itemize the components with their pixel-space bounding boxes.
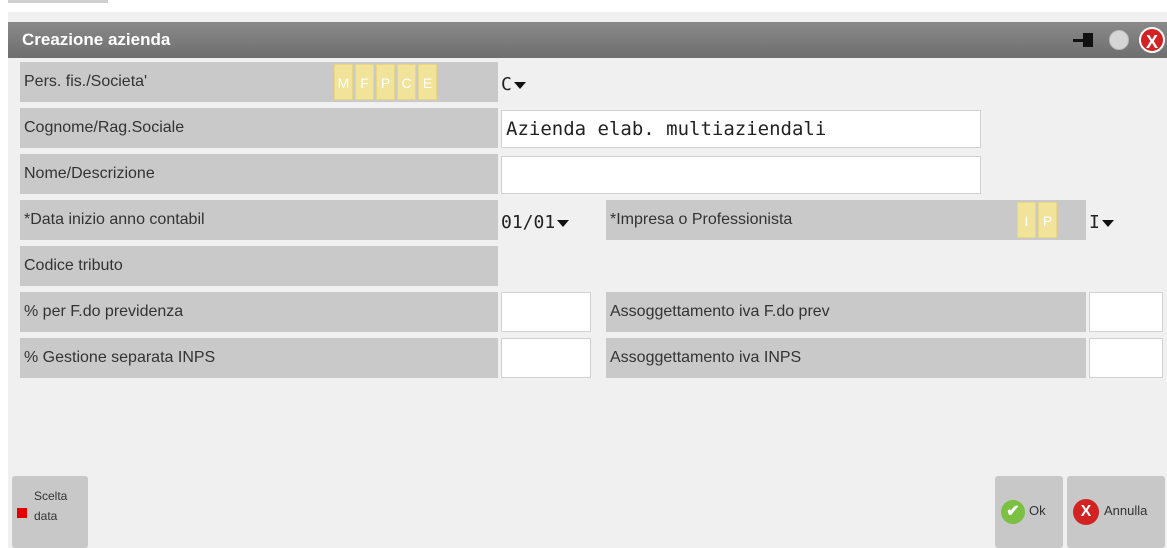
option-c[interactable]: C	[397, 64, 416, 100]
option-e[interactable]: E	[418, 64, 437, 100]
annulla-button[interactable]: X Annulla	[1067, 476, 1165, 548]
option-p[interactable]: P	[1038, 202, 1057, 238]
chevron-down-icon	[557, 219, 570, 227]
cognome-label: Cognome/Rag.Sociale	[20, 108, 498, 148]
gest-sep-label: % Gestione separata INPS	[20, 338, 498, 378]
data-select[interactable]: 01/01	[501, 212, 570, 233]
impresa-value: I	[1089, 212, 1100, 233]
codice-tributo-label: Codice tributo	[20, 246, 498, 286]
nome-input[interactable]	[501, 156, 981, 194]
red-marker-icon	[17, 508, 27, 518]
pers-fis-value: C	[501, 74, 512, 95]
scelta-line1: Scelta	[34, 489, 68, 503]
gest-sep-input[interactable]	[501, 338, 591, 378]
scelta-data-label: Scelta data	[34, 486, 67, 526]
cancel-x-icon: X	[1073, 499, 1099, 525]
ok-button[interactable]: ✔ Ok	[995, 476, 1063, 548]
assog-fdo-input[interactable]	[1089, 292, 1163, 332]
option-p[interactable]: P	[376, 64, 395, 100]
pers-fis-select[interactable]: C	[501, 74, 526, 95]
ok-check-icon: ✔	[1001, 500, 1025, 524]
option-f[interactable]: F	[355, 64, 374, 100]
assog-inps-label: Assoggettamento iva INPS	[606, 338, 1086, 378]
ok-label: Ok	[1029, 503, 1046, 518]
annulla-label: Annulla	[1104, 503, 1148, 518]
fdo-prev-label: % per F.do previdenza	[20, 292, 498, 332]
nome-label: Nome/Descrizione	[20, 154, 498, 194]
top-strip	[0, 0, 1167, 12]
dialog-window: Creazione azienda X Pers. fis./Societa' …	[8, 12, 1167, 548]
window-title: Creazione azienda	[22, 30, 171, 49]
scelta-data-button[interactable]: Scelta data	[12, 476, 88, 548]
data-value: 01/01	[501, 212, 556, 233]
option-m[interactable]: M	[334, 64, 353, 100]
assog-inps-input[interactable]	[1089, 338, 1163, 378]
impresa-label: *Impresa o Professionista	[606, 200, 1086, 240]
cognome-input[interactable]: Azienda elab. multiaziendali	[501, 110, 981, 148]
impresa-options: I P	[1017, 202, 1057, 238]
pin-icon[interactable]	[1073, 30, 1099, 50]
impresa-select[interactable]: I	[1089, 212, 1114, 233]
title-bar-icons: X	[1073, 27, 1165, 53]
fdo-prev-input[interactable]	[501, 292, 591, 332]
scelta-line2: data	[34, 509, 58, 523]
tab-indicator	[8, 0, 108, 12]
chevron-down-icon	[513, 81, 526, 89]
assog-fdo-label: Assoggettamento iva F.do prev	[606, 292, 1086, 332]
circle-icon[interactable]	[1109, 30, 1129, 50]
title-bar: Creazione azienda X	[8, 22, 1167, 58]
pers-fis-options: M F P C E	[334, 64, 437, 100]
data-label: *Data inizio anno contabil	[20, 200, 498, 240]
option-i[interactable]: I	[1017, 202, 1036, 238]
close-icon[interactable]: X	[1139, 27, 1165, 53]
chevron-down-icon	[1101, 219, 1114, 227]
